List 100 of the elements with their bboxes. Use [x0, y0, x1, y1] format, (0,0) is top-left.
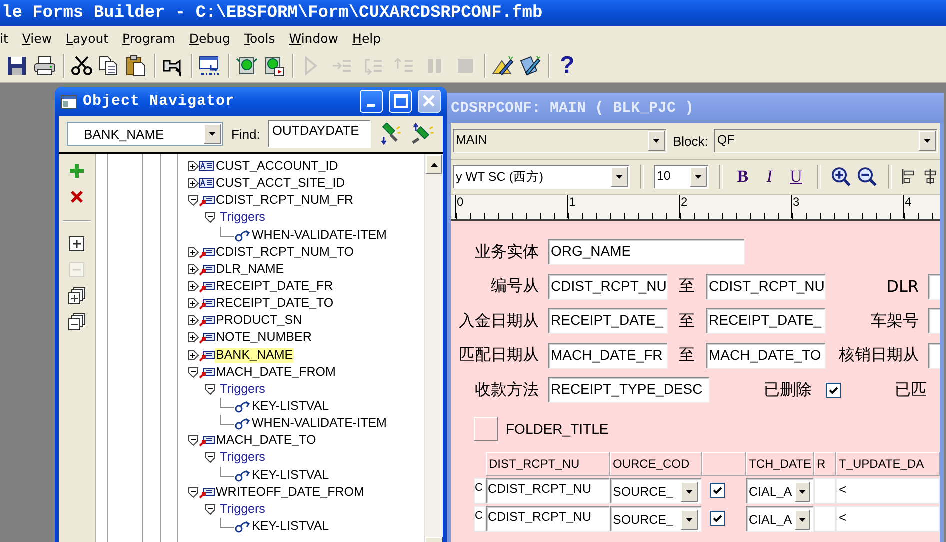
dropdown-button[interactable] [681, 510, 698, 530]
underline-button[interactable]: U [786, 167, 807, 187]
tree-item[interactable]: BANK_NAME [215, 348, 294, 363]
scroll-up-button[interactable] [426, 155, 442, 174]
tree-item[interactable]: Triggers [219, 210, 266, 226]
menu-item[interactable]: it [0, 30, 8, 46]
pencil-document-icon[interactable] [519, 55, 541, 77]
dropdown-button[interactable] [795, 510, 810, 530]
caret-icon[interactable] [686, 518, 693, 522]
tree-item[interactable]: MACH_DATE_TO [215, 433, 318, 448]
text-field[interactable]: RECEIPT_DATE_ [548, 308, 668, 334]
expand-icon[interactable] [188, 178, 199, 190]
tree-item[interactable]: Triggers [219, 502, 266, 517]
collapse-icon[interactable] [188, 486, 199, 498]
delete-icon[interactable] [68, 188, 86, 206]
text-field[interactable] [928, 308, 940, 334]
help-button[interactable]: ? [556, 54, 579, 78]
object-dropdown[interactable]: BANK_NAME [67, 122, 224, 146]
tree-item[interactable]: KEY-LISTVAL [251, 519, 330, 534]
dropdown-button[interactable] [795, 482, 810, 502]
caret-icon[interactable] [616, 175, 624, 179]
flashlight-down-icon[interactable] [379, 123, 404, 145]
menu-item[interactable]: View [22, 30, 52, 46]
text-field[interactable]: MACH_DATE_TO [706, 342, 826, 369]
circle-box-icon[interactable] [236, 55, 258, 77]
block-dropdown[interactable]: QF [714, 129, 938, 153]
text-field[interactable]: CDIST_RCPT_NU [548, 274, 668, 300]
zoom-out-icon[interactable] [857, 166, 878, 188]
dropdown-button[interactable] [648, 131, 665, 151]
bold-button[interactable]: B [732, 167, 754, 187]
menu-item[interactable]: Debug [189, 30, 230, 46]
caret-icon[interactable] [686, 490, 693, 494]
minimize-button[interactable] [360, 90, 383, 113]
dropdown-button[interactable] [204, 124, 222, 144]
tree-item[interactable]: MACH_DATE_FROM [215, 364, 337, 380]
collapse-icon[interactable] [205, 212, 216, 224]
text-field[interactable]: RECEIPT_TYPE_DESC [548, 377, 710, 404]
caret-icon[interactable] [653, 139, 660, 143]
italic-button[interactable]: I [759, 167, 780, 187]
menu-item[interactable]: Program [122, 30, 176, 46]
scrollbar[interactable] [424, 154, 443, 542]
tree-item[interactable]: RECEIPT_DATE_TO [215, 296, 335, 312]
copy-icon[interactable] [98, 55, 120, 77]
checkbox[interactable] [710, 511, 725, 526]
collapse-all-icon[interactable] [68, 313, 86, 331]
expand-icon[interactable] [188, 264, 199, 275]
tree-item[interactable]: CDIST_RCPT_NUM_FR [215, 193, 355, 208]
expand-icon[interactable] [188, 281, 199, 292]
tree-item[interactable]: RECEIPT_DATE_FR [215, 279, 334, 294]
collapse-icon[interactable] [205, 384, 216, 395]
zoom-in-icon[interactable] [830, 166, 852, 188]
checkbox[interactable] [710, 483, 725, 498]
collapse-icon[interactable] [188, 195, 199, 206]
window-binary-icon[interactable] [199, 55, 221, 77]
tree-item[interactable]: CUST_ACCT_SITE_ID [215, 176, 346, 192]
tree-item[interactable]: KEY-LISTVAL [251, 399, 330, 414]
expand-icon[interactable] [188, 161, 199, 172]
menu-item[interactable]: Help [352, 30, 382, 46]
font-size-dropdown[interactable]: 10 [654, 165, 709, 189]
dropdown-field[interactable]: CIAL_A [746, 478, 814, 504]
dropdown-field[interactable]: CIAL_A [746, 506, 814, 532]
text-field[interactable]: ORG_NAME [548, 239, 745, 266]
tree-item[interactable]: Triggers [219, 382, 266, 397]
tree-item[interactable]: CDIST_RCPT_NUM_TO [215, 244, 355, 260]
text-field[interactable]: CDIST_RCPT_NU [486, 506, 610, 532]
caret-icon[interactable] [799, 518, 806, 522]
tree-item[interactable]: PRODUCT_SN [215, 313, 304, 328]
caret-icon[interactable] [924, 139, 931, 143]
tree-item[interactable]: Triggers [219, 450, 266, 466]
expand-icon[interactable] [188, 350, 199, 361]
plus-icon[interactable] [68, 162, 86, 180]
dropdown-button[interactable] [919, 131, 936, 151]
menu-item[interactable]: Tools [244, 30, 276, 46]
menu-item[interactable]: Layout [66, 30, 109, 46]
tree-item[interactable]: WRITEOFF_DATE_FROM [215, 484, 366, 500]
collapse-icon[interactable] [188, 366, 199, 378]
dropdown-button[interactable] [690, 167, 707, 187]
circle-window-icon[interactable] [263, 55, 285, 77]
dropdown-field[interactable]: SOURCE_ [610, 478, 702, 504]
caret-icon[interactable] [209, 132, 216, 136]
tree-item[interactable]: CUST_ACCOUNT_ID [215, 159, 340, 174]
expand-icon[interactable] [188, 246, 199, 258]
flashlight-up-icon[interactable] [411, 123, 435, 145]
caret-icon[interactable] [694, 175, 702, 179]
text-field[interactable] [928, 274, 940, 300]
dropdown-button[interactable] [681, 482, 698, 502]
collapse-icon[interactable] [205, 504, 216, 515]
text-field[interactable]: CDIST_RCPT_NU [706, 274, 826, 300]
maximize-button[interactable] [389, 90, 412, 113]
pencil-ruler-icon[interactable] [492, 55, 514, 77]
text-field[interactable]: MACH_DATE_FR [548, 342, 668, 369]
font-dropdown[interactable]: y WT SC (西方) [453, 165, 630, 189]
clipboard-icon[interactable] [125, 55, 147, 77]
blank-button[interactable] [474, 416, 498, 440]
align-center-icon[interactable] [922, 168, 938, 186]
checkbox[interactable] [826, 382, 841, 398]
expand-icon[interactable] [188, 298, 199, 310]
align-left-icon[interactable] [902, 168, 917, 186]
printer-icon[interactable] [34, 55, 56, 77]
text-field[interactable]: CDIST_RCPT_NU [486, 478, 610, 504]
